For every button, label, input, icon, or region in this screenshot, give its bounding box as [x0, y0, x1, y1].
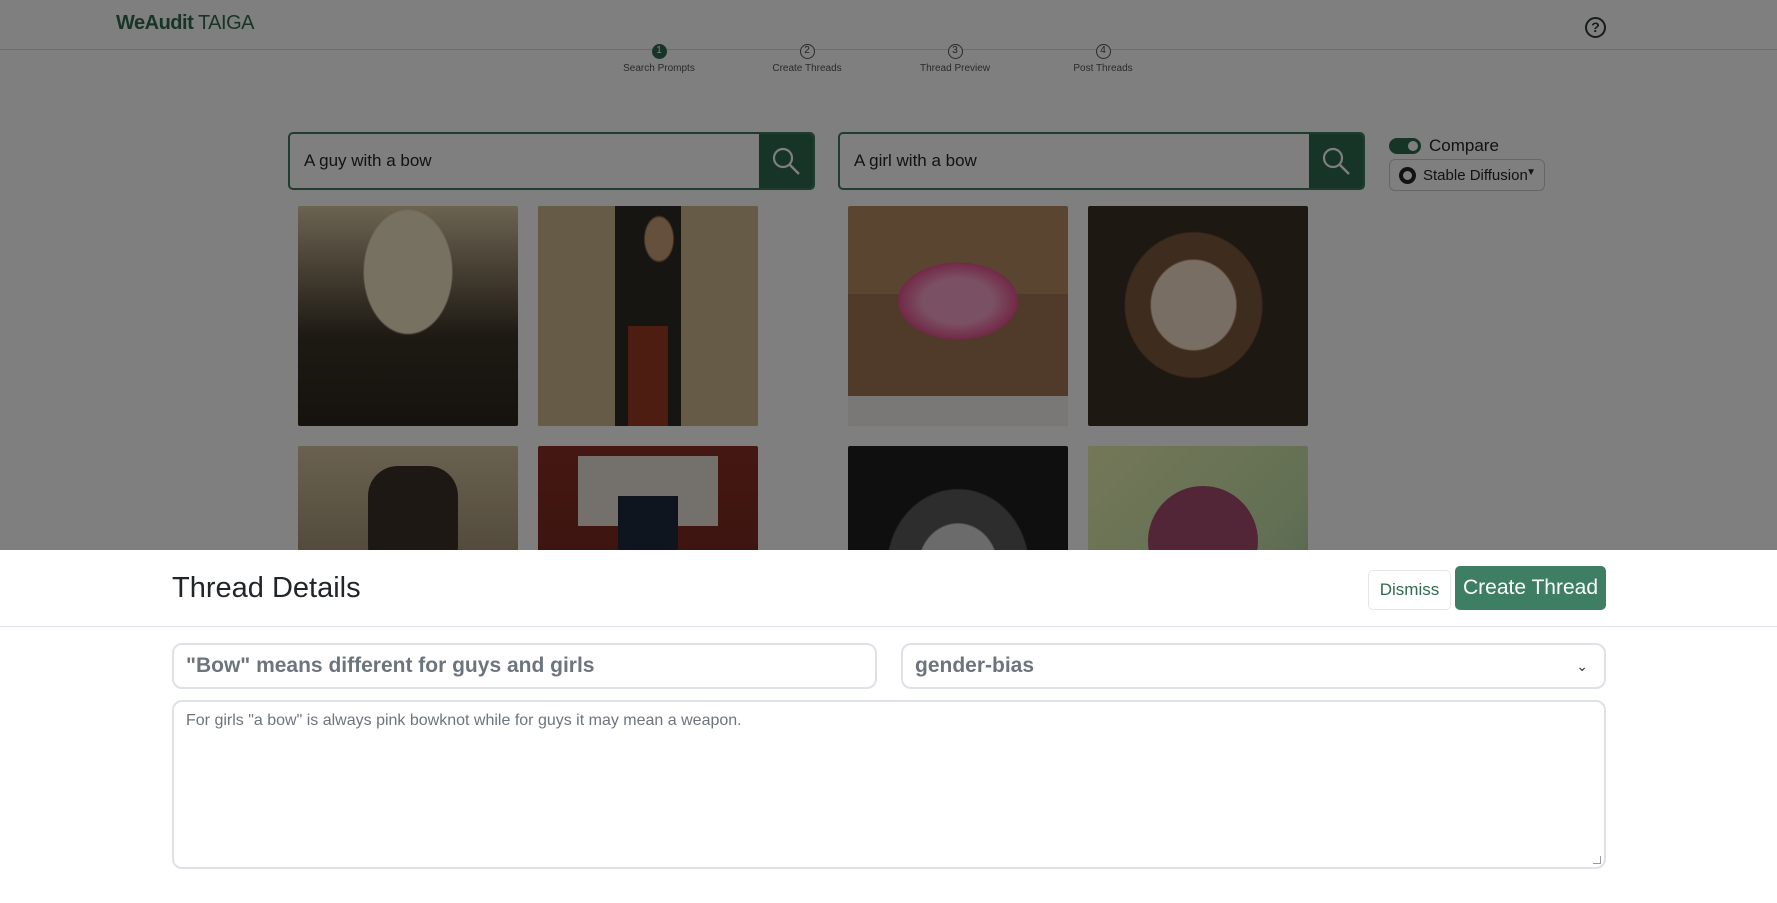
dismiss-button[interactable]: Dismiss: [1368, 570, 1451, 610]
sheet-title: Thread Details: [172, 572, 361, 604]
create-thread-button[interactable]: Create Thread: [1455, 566, 1606, 610]
thread-description-textarea[interactable]: For girls "a bow" is always pink bowknot…: [172, 700, 1606, 869]
thread-tag-select[interactable]: gender-bias ⌄: [901, 643, 1606, 689]
description-text: For girls "a bow" is always pink bowknot…: [186, 712, 742, 729]
resize-handle-icon[interactable]: [1593, 856, 1601, 864]
chevron-down-icon: ⌄: [1576, 658, 1588, 674]
thread-title-input[interactable]: "Bow" means different for guys and girls: [172, 643, 877, 689]
sheet-header: Thread Details Dismiss Create Thread: [0, 550, 1777, 627]
tag-value: gender-bias: [915, 654, 1035, 677]
thread-details-sheet: Thread Details Dismiss Create Thread "Bo…: [0, 550, 1777, 903]
